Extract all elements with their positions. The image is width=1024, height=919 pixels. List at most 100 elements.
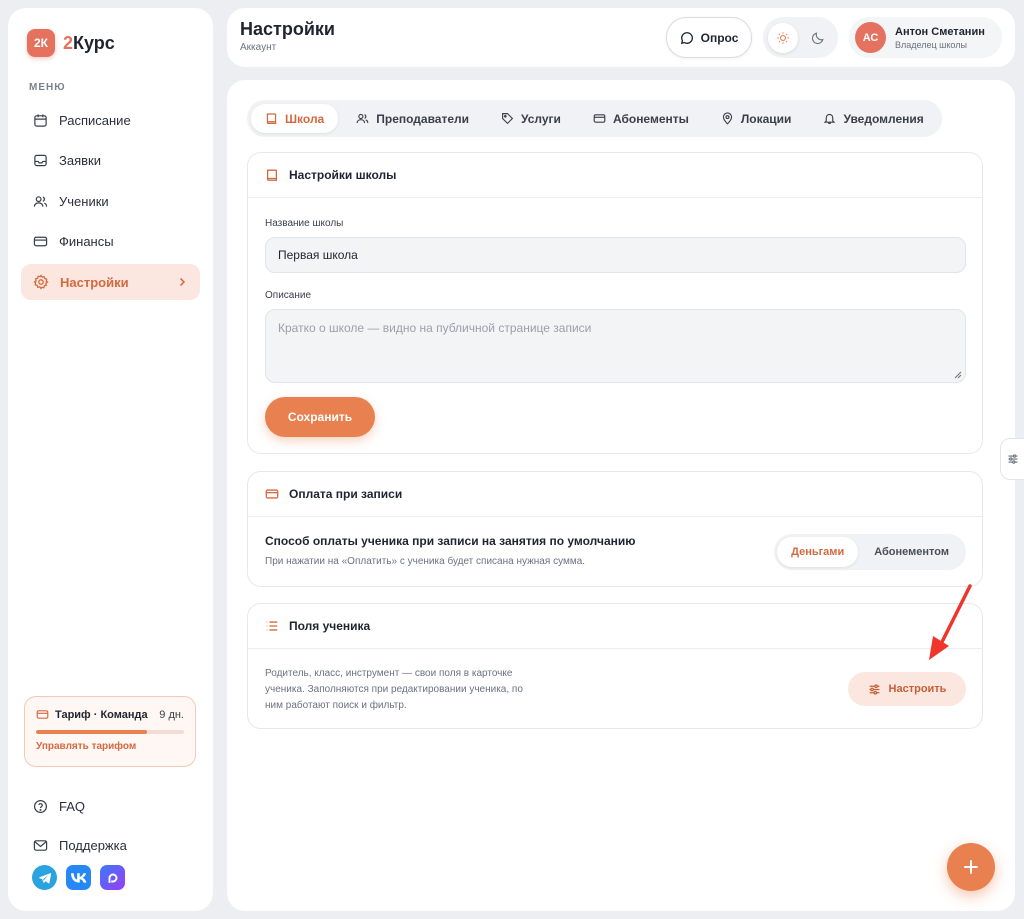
sidebar-item-label: Заявки: [59, 153, 101, 168]
sliders-icon: [1007, 453, 1019, 465]
payment-card: Оплата при записи Способ оплаты ученика …: [247, 471, 983, 587]
sidebar-item-label: Настройки: [60, 274, 129, 290]
theme-toggle: [763, 17, 838, 58]
configure-label: Настроить: [888, 683, 947, 695]
card-icon: [265, 487, 279, 501]
sidebar-bottom-nav: FAQ Поддержка: [21, 778, 200, 866]
annotation-arrow-icon: [924, 584, 974, 669]
survey-button[interactable]: Опрос: [666, 17, 752, 58]
student-fields-description: Родитель, класс, инструмент — свои поля …: [265, 668, 523, 711]
tariff-card[interactable]: Тариф · Команда 9 дн. Управлять тарифом: [24, 696, 196, 767]
resize-grip-icon[interactable]: [954, 371, 962, 379]
sidebar-item-settings[interactable]: Настройки: [21, 264, 200, 300]
gear-icon: [33, 274, 49, 290]
tariff-progress-fill: [36, 730, 147, 734]
tab-teachers[interactable]: Преподаватели: [342, 104, 483, 133]
user-menu[interactable]: АС Антон Сметанин Владелец школы: [849, 17, 1002, 58]
sidebar-item-label: FAQ: [59, 798, 86, 814]
side-settings-tab[interactable]: [1000, 438, 1024, 480]
description-label: Описание: [265, 290, 312, 301]
school-name-value: Первая школа: [278, 248, 358, 262]
telegram-icon[interactable]: [32, 865, 57, 890]
school-settings-card: Настройки школы Название школы Первая шк…: [247, 152, 983, 454]
tab-label: Услуги: [521, 111, 561, 126]
vk-icon[interactable]: [66, 865, 91, 890]
configure-fields-button[interactable]: Настроить: [848, 672, 966, 706]
tab-label: Уведомления: [843, 111, 924, 126]
manage-tariff-link[interactable]: Управлять тарифом: [36, 741, 184, 752]
sidebar-item-requests[interactable]: Заявки: [21, 143, 200, 179]
page-subtitle: Аккаунт: [240, 42, 277, 53]
settings-tabs: Школа Преподаватели Услуги Абонементы Ло…: [247, 100, 942, 137]
sliders-icon: [868, 683, 881, 696]
card-header: Поля ученика: [248, 604, 982, 649]
users-icon: [33, 194, 48, 209]
card-header: Оплата при записи: [248, 472, 982, 517]
sidebar-item-finance[interactable]: Финансы: [21, 224, 200, 260]
school-name-input[interactable]: Первая школа: [265, 237, 966, 273]
tab-label: Преподаватели: [376, 111, 470, 126]
social-links: [32, 865, 125, 890]
light-theme-button[interactable]: [768, 22, 798, 53]
dark-theme-button[interactable]: [804, 23, 834, 53]
sidebar-item-schedule[interactable]: Расписание: [21, 102, 200, 138]
description-textarea[interactable]: Кратко о школе — видно на публичной стра…: [265, 309, 966, 383]
bell-icon: [823, 112, 836, 125]
sidebar-item-label: Расписание: [59, 112, 131, 128]
sidebar-item-label: Ученики: [59, 193, 109, 209]
user-info: Антон Сметанин Владелец школы: [895, 26, 985, 50]
tag-icon: [501, 112, 514, 125]
card-title: Оплата при записи: [289, 487, 403, 501]
users-icon: [356, 112, 369, 125]
card-title: Поля ученика: [289, 619, 371, 633]
school-name-label: Название школы: [265, 218, 344, 229]
sidebar-item-label: Поддержка: [59, 837, 127, 853]
sidebar-item-support[interactable]: Поддержка: [21, 827, 200, 863]
sidebar-nav: Расписание Заявки Ученики Финансы Настро…: [21, 92, 200, 305]
tab-notifications[interactable]: Уведомления: [809, 104, 937, 133]
sun-icon: [776, 31, 790, 45]
save-button[interactable]: Сохранить: [265, 397, 375, 437]
user-name: Антон Сметанин: [895, 25, 985, 38]
sidebar-item-faq[interactable]: FAQ: [21, 788, 200, 824]
tab-school[interactable]: Школа: [251, 104, 339, 133]
tariff-days: 9 дн.: [159, 708, 184, 721]
tariff-title: Тариф · Команда: [55, 708, 148, 721]
card-icon: [33, 234, 48, 249]
tariff-progress: [36, 730, 184, 734]
tab-label: Локации: [740, 111, 792, 126]
sidebar-item-students[interactable]: Ученики: [21, 183, 200, 219]
pin-icon: [721, 112, 734, 125]
card-title: Настройки школы: [289, 168, 397, 182]
chat-bubble-icon: [680, 31, 694, 45]
page-title: Настройки: [240, 19, 335, 39]
max-icon[interactable]: [100, 865, 125, 890]
book-icon: [265, 168, 279, 182]
sidebar: 2К 2Курс МЕНЮ Расписание Заявки Ученики: [8, 8, 213, 911]
tariff-header: Тариф · Команда 9 дн.: [36, 708, 184, 721]
calendar-icon: [33, 113, 48, 128]
logo-text: 2Курс: [63, 32, 115, 53]
pay-money-option[interactable]: Деньгами: [777, 537, 859, 567]
logo-badge: 2К: [27, 29, 55, 57]
list-icon: [265, 619, 279, 633]
top-header: Настройки Аккаунт Опрос АС Антон Сметани…: [227, 8, 1015, 67]
card-icon: [593, 112, 606, 125]
help-icon: [33, 799, 48, 814]
student-fields-card: Поля ученика Родитель, класс, инструмент…: [247, 603, 983, 729]
card-icon: [36, 708, 49, 721]
logo[interactable]: 2К 2Курс: [27, 29, 115, 57]
card-header: Настройки школы: [248, 153, 982, 198]
tab-label: Школа: [285, 111, 325, 126]
inbox-icon: [33, 153, 48, 168]
book-icon: [265, 112, 278, 125]
payment-method-toggle: Деньгами Абонементом: [774, 534, 966, 570]
moon-icon: [811, 31, 825, 45]
pay-subscription-option[interactable]: Абонементом: [860, 537, 963, 567]
tab-locations[interactable]: Локации: [707, 104, 806, 133]
tab-services[interactable]: Услуги: [487, 104, 575, 133]
add-button[interactable]: [947, 843, 995, 891]
tab-subscriptions[interactable]: Абонементы: [579, 104, 703, 133]
survey-label: Опрос: [700, 30, 739, 45]
description-placeholder: Кратко о школе — видно на публичной стра…: [278, 321, 592, 335]
